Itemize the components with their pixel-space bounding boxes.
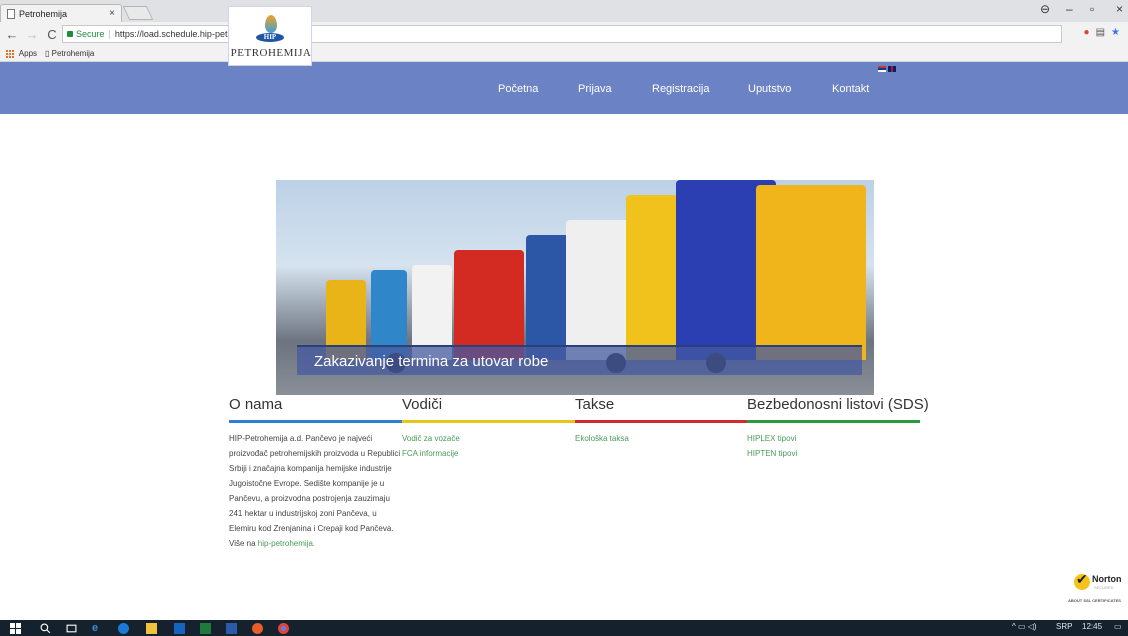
extension-icons: ● ▤ ★: [1084, 27, 1120, 38]
section-title-sds: Bezbedonosni listovi (SDS): [747, 396, 929, 413]
section-title-fees: Takse: [575, 396, 615, 413]
logo-text: PETROHEMIJA: [230, 47, 312, 59]
separator: |: [108, 29, 111, 39]
nav-kontakt[interactable]: Kontakt: [832, 83, 869, 95]
norton-brand: Norton: [1092, 574, 1122, 584]
bookmarks-bar: Apps ▯ Petrohemija: [0, 46, 1128, 62]
browser-tab[interactable]: Petrohemija ×: [0, 4, 122, 22]
windows-start-icon[interactable]: [10, 623, 21, 634]
nav-prijava[interactable]: Prijava: [578, 83, 612, 95]
lock-icon: [67, 31, 73, 37]
extension-icon[interactable]: ●: [1084, 27, 1090, 38]
norton-about: ABOUT SSL CERTIFICATES: [1068, 598, 1121, 603]
hip-badge: HIP: [256, 33, 284, 42]
browser-toolbar: ← → C Secure | https://load.schedule.hip…: [0, 22, 1128, 46]
link-ekoloska-taksa[interactable]: Ekološka taksa: [575, 431, 748, 446]
apps-bookmark[interactable]: Apps: [6, 49, 37, 58]
notification-icon[interactable]: ▭: [1114, 622, 1122, 631]
flame-icon: [265, 15, 277, 33]
address-bar[interactable]: Secure | https://load.schedule.hip-petro…: [62, 25, 1062, 43]
truck-image: [756, 185, 866, 360]
hero-banner: Zakazivanje termina za utovar robe: [276, 180, 874, 395]
search-icon[interactable]: [40, 623, 51, 634]
word-icon[interactable]: [226, 623, 237, 634]
petrohemija-bookmark[interactable]: ▯ Petrohemija: [45, 49, 94, 58]
link-vodic-za-vozace[interactable]: Vodič za vozače: [402, 431, 575, 446]
link-hiplex-tipovi[interactable]: HIPLEX tipovi: [747, 431, 929, 446]
new-tab-button[interactable]: [122, 6, 154, 20]
nav-registracija[interactable]: Registracija: [652, 83, 709, 95]
ie-icon[interactable]: [118, 623, 129, 634]
section-guides: Vodiči Vodič za vozače FCA informacije: [402, 394, 575, 461]
windows-taskbar: e ^ ▭ ◁) SRP 12:45 ▭: [0, 620, 1128, 636]
section-sds: Bezbedonosni listovi (SDS) HIPLEX tipovi…: [747, 394, 929, 461]
firefox-icon[interactable]: [252, 623, 263, 634]
reload-icon[interactable]: C: [44, 27, 60, 42]
chrome-icon[interactable]: [278, 623, 289, 634]
outlook-icon[interactable]: [174, 623, 185, 634]
profile-icon[interactable]: ⊖: [1040, 2, 1050, 16]
nav-pocetna[interactable]: Početna: [498, 83, 538, 95]
site-header: [0, 62, 1128, 114]
serbian-flag-icon[interactable]: [878, 66, 886, 72]
language-indicator[interactable]: SRP: [1056, 622, 1072, 631]
section-bar-yellow: [402, 420, 575, 423]
excel-icon[interactable]: [200, 623, 211, 634]
edge-icon[interactable]: e: [92, 623, 103, 634]
reader-icon[interactable]: ▤: [1096, 27, 1105, 38]
restore-icon[interactable]: ▫: [1090, 2, 1094, 16]
browser-tabstrip: Petrohemija × ⊖ – ▫ ×: [0, 0, 1128, 22]
tab-title: Petrohemija: [19, 8, 68, 19]
english-flag-icon[interactable]: [888, 66, 896, 72]
language-flags: [878, 66, 896, 73]
site-logo[interactable]: HIP PETROHEMIJA: [228, 6, 312, 66]
section-about: O nama HIP-Petrohemija a.d. Pančevo je n…: [229, 394, 402, 551]
back-icon[interactable]: ←: [4, 27, 20, 42]
tray-icons[interactable]: ^ ▭ ◁): [1012, 622, 1037, 631]
clock[interactable]: 12:45: [1082, 622, 1102, 631]
hero-caption-box: Zakazivanje termina za utovar robe: [297, 345, 862, 375]
nav-uputstvo[interactable]: Uputstvo: [748, 83, 791, 95]
secure-label: Secure: [76, 29, 105, 39]
section-bar-red: [575, 420, 748, 423]
apps-grid-icon: [6, 49, 14, 58]
section-fees: Takse Ekološka taksa: [575, 394, 748, 446]
tab-close-icon[interactable]: ×: [109, 8, 115, 19]
truck-image: [454, 250, 524, 360]
task-view-icon[interactable]: [66, 623, 77, 634]
section-title-about: O nama: [229, 396, 283, 413]
norton-check-icon: [1074, 571, 1090, 590]
section-bar-green: [747, 420, 920, 423]
bookmark-star-icon[interactable]: ★: [1111, 27, 1120, 38]
section-title-guides: Vodiči: [402, 396, 443, 413]
link-hipten-tipovi[interactable]: HIPTEN tipovi: [747, 446, 929, 461]
norton-seal[interactable]: Norton SECURED ABOUT SSL CERTIFICATES: [1066, 571, 1126, 606]
file-explorer-icon[interactable]: [146, 623, 157, 634]
close-window-icon[interactable]: ×: [1116, 2, 1123, 16]
hero-caption: Zakazivanje termina za utovar robe: [314, 353, 549, 370]
about-text: HIP-Petrohemija a.d. Pančevo je najveći …: [229, 434, 401, 548]
forward-icon[interactable]: →: [24, 27, 40, 42]
minimize-icon[interactable]: –: [1066, 2, 1073, 16]
about-link[interactable]: hip-petrohemija.: [258, 539, 315, 548]
link-fca-informacije[interactable]: FCA informacije: [402, 446, 575, 461]
section-bar-blue: [229, 420, 402, 423]
norton-sub: SECURED: [1094, 585, 1114, 590]
page-icon: [7, 8, 15, 19]
